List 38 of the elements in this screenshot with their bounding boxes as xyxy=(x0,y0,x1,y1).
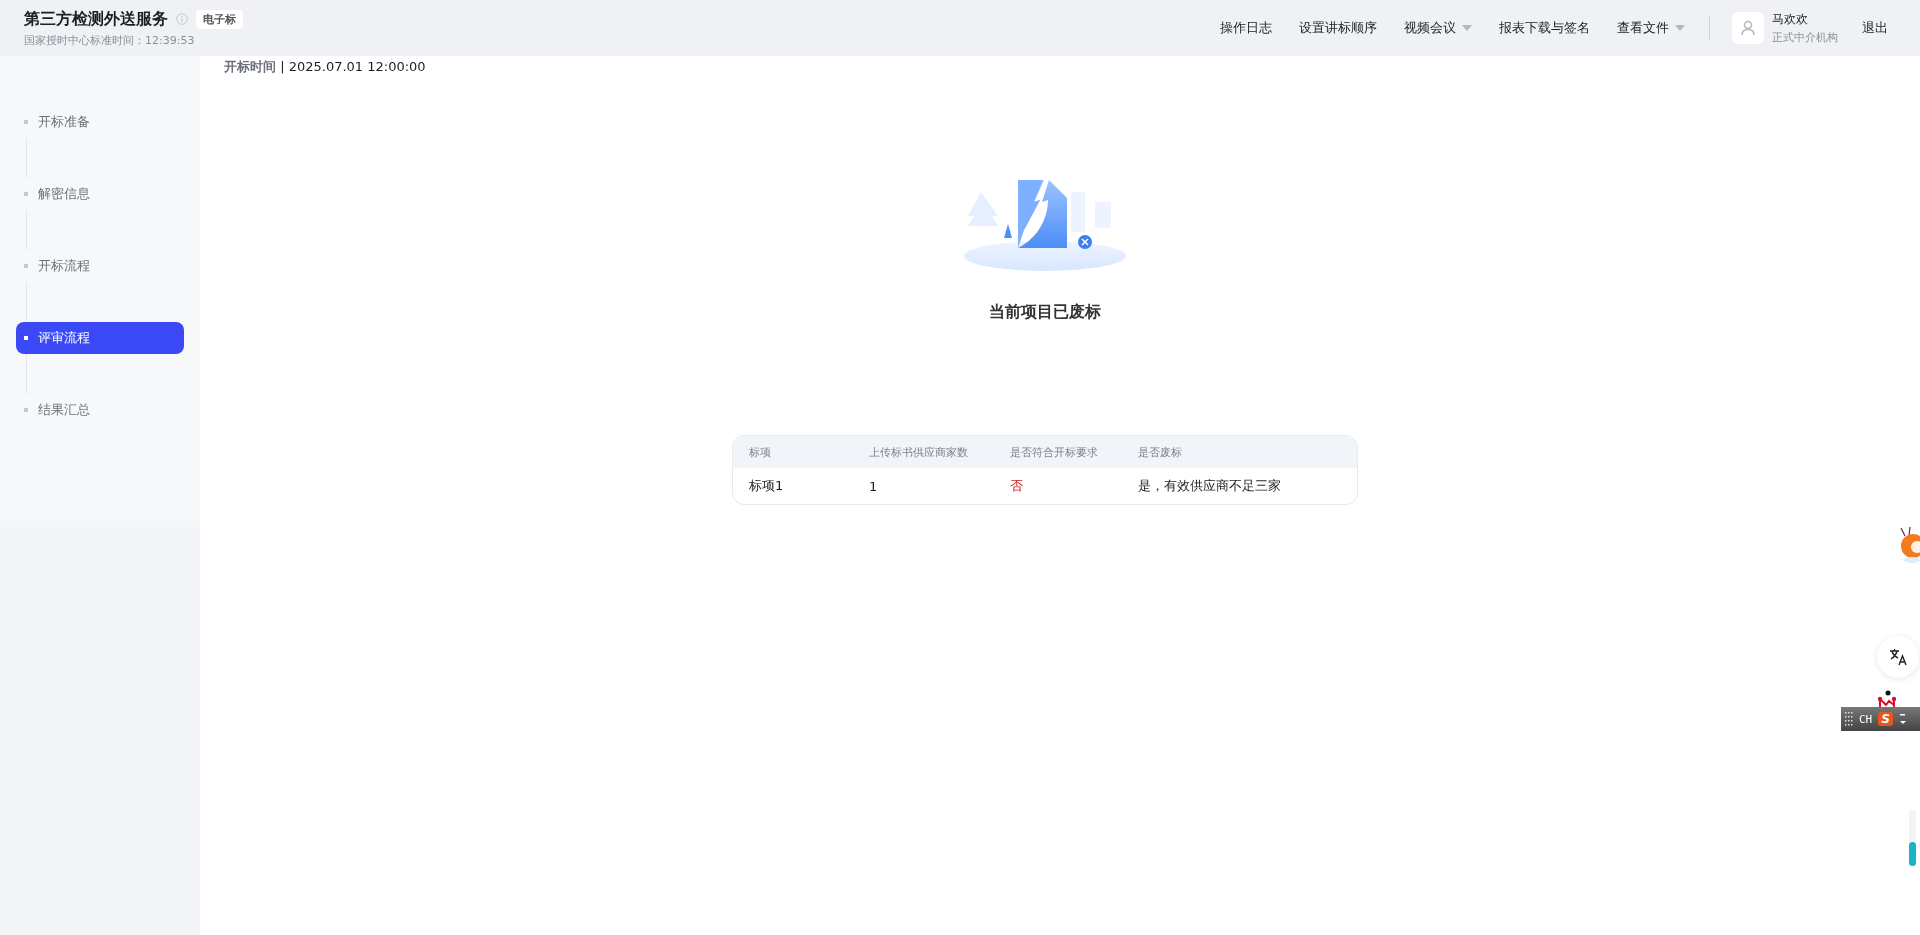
table-cell-text: 标项1 xyxy=(749,477,785,495)
tender-type-tag: 电子标 xyxy=(196,9,243,29)
translate-button[interactable] xyxy=(1877,636,1919,678)
table-cell-text: 1 xyxy=(869,478,879,494)
standard-time: 国家授时中心标准时间：12:39:53 xyxy=(24,32,196,48)
column-header: 标项 xyxy=(749,444,772,460)
ime-language[interactable]: CH xyxy=(1859,712,1873,726)
step-item[interactable]: 解密信息 xyxy=(16,178,184,210)
dropdown-icon[interactable] xyxy=(1898,713,1907,725)
step-item[interactable]: 结果汇总 xyxy=(16,394,184,426)
table-cell-text: 否 xyxy=(1010,477,1024,495)
project-title: 第三方检测外送服务 xyxy=(24,8,168,30)
nav-menu-item[interactable]: 视频会议 xyxy=(1404,19,1472,37)
info-icon xyxy=(176,13,188,25)
translate-icon xyxy=(1889,648,1907,666)
column-header: 是否废标 xyxy=(1138,444,1183,460)
nav-menu-item[interactable]: 设置讲标顺序 xyxy=(1299,19,1377,37)
scrollbar-indicator xyxy=(1909,810,1916,866)
network-icon[interactable] xyxy=(1877,690,1897,707)
nav-menu-item[interactable]: 报表下载与签名 xyxy=(1499,19,1590,37)
caret-icon xyxy=(1675,25,1685,31)
ime-logo[interactable]: S xyxy=(1878,712,1893,726)
open-time: 开标时间 | 2025.07.01 12:00:00 xyxy=(224,58,427,76)
caret-icon xyxy=(1462,25,1472,31)
nav-menu-item[interactable]: 操作日志 xyxy=(1220,19,1272,37)
voided-status-message: 当前项目已废标 xyxy=(989,302,1101,323)
user-role: 正式中介机构 xyxy=(1772,30,1838,45)
column-header: 是否符合开标要求 xyxy=(1010,444,1099,460)
column-header: 上传标书供应商家数 xyxy=(869,444,969,460)
user-icon xyxy=(1741,20,1755,36)
grip-icon xyxy=(1845,712,1853,726)
nav-menu-item[interactable]: 查看文件 xyxy=(1617,19,1685,37)
step-item[interactable]: 评审流程 xyxy=(16,322,184,354)
step-item[interactable]: 开标流程 xyxy=(16,250,184,282)
table-cell-text: 是，有效供应商不足三家 xyxy=(1138,477,1282,495)
step-item[interactable]: 开标准备 xyxy=(16,106,184,138)
user-name: 马欢欢 xyxy=(1772,11,1809,28)
logout-link[interactable]: 退出 xyxy=(1862,19,1888,37)
